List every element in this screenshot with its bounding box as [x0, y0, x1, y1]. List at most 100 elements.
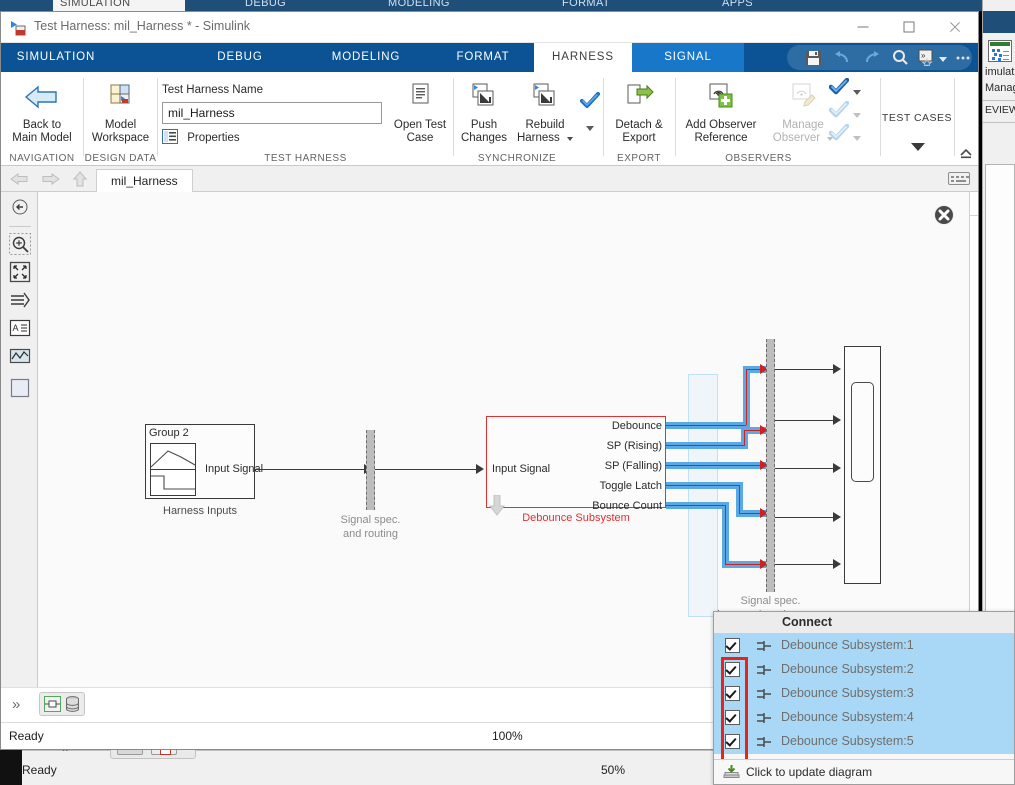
signal-spec-routing-right[interactable]	[766, 339, 775, 592]
nav-up-icon[interactable]	[69, 170, 91, 188]
debounce-output-port-3: Toggle Latch	[599, 480, 662, 492]
connect-list-item-3[interactable]: Debounce Subsystem:3	[714, 682, 1014, 706]
nav-back-icon[interactable]	[9, 170, 31, 188]
model-workspace-button[interactable]: Model Workspace	[84, 82, 157, 145]
nav-forward-icon[interactable]	[39, 170, 61, 188]
connect-checkbox-2[interactable]	[725, 662, 740, 677]
title-bar: Test Harness: mil_Harness * - Simulink	[1, 12, 978, 43]
fit-to-view-icon[interactable]	[9, 261, 31, 283]
connect-checkbox-5[interactable]	[725, 734, 740, 749]
synchronize-check-icon[interactable]	[580, 92, 600, 113]
ribbon-tabstrip: SIMULATION DEBUG MODELING FORMAT APPS HA…	[1, 43, 978, 72]
harness-outputs-inner-shape	[851, 382, 874, 482]
undo-icon[interactable]	[834, 49, 851, 66]
connect-checkbox-4[interactable]	[725, 710, 740, 725]
observer-check-icon-1[interactable]	[828, 77, 850, 99]
quick-access-toolbar: »	[787, 45, 972, 70]
ribbon-group-navigation: Back to Main Model NAVIGATION	[1, 72, 83, 166]
svg-text:»: »	[921, 51, 926, 60]
connect-item-label-5: Debounce Subsystem:5	[781, 734, 914, 748]
observer-caret-icon-1[interactable]	[853, 84, 861, 98]
rebuild-harness-caret-icon[interactable]	[567, 137, 574, 141]
zoom-in-icon[interactable]	[9, 233, 31, 255]
connect-popup-footer[interactable]: Click to update diagram	[714, 759, 1014, 784]
signal-routing-icon[interactable]	[9, 289, 31, 311]
tab-harness[interactable]: HARNESS	[534, 43, 632, 72]
favorites-icon[interactable]: »	[918, 49, 935, 69]
connect-popup[interactable]: Connect Debounce Subsystem:1 Debounce Su…	[713, 611, 1015, 785]
synchronize-caret-icon[interactable]	[586, 120, 594, 134]
collapse-ribbon-icon[interactable]	[958, 145, 974, 161]
debounce-subsystem-caption: Debounce Subsystem	[522, 512, 630, 524]
keyboard-icon[interactable]	[948, 172, 970, 185]
port-connect-icon	[756, 640, 772, 652]
save-icon[interactable]	[805, 49, 822, 66]
bottom-toolbar-group[interactable]	[39, 692, 85, 716]
harness-inputs-caption: Harness Inputs	[163, 505, 237, 517]
test-cases-dropdown-icon[interactable]	[911, 140, 925, 154]
hide-explorer-icon[interactable]	[9, 196, 31, 218]
group-label-observers: OBSERVERS	[725, 153, 792, 164]
model-workspace-icon	[110, 84, 129, 104]
port-connect-icon	[756, 736, 772, 748]
add-observer-reference-button[interactable]: Add Observer Reference	[676, 82, 766, 145]
close-button[interactable]	[932, 12, 978, 42]
redo-icon[interactable]	[863, 49, 880, 66]
detach-export-button[interactable]: Detach & Export	[604, 82, 674, 145]
manage-observer-button: Manage Observer	[768, 82, 838, 145]
rebuild-harness-button[interactable]: Rebuild Harness	[514, 82, 576, 145]
group-label-design-data: DESIGN DATA	[84, 153, 157, 164]
ribbon-group-observers: Add Observer Reference Manage Observer O…	[676, 72, 879, 166]
test-harness-name-input[interactable]	[162, 102, 382, 124]
minimize-icon	[857, 26, 869, 28]
connect-checkbox-1[interactable]	[725, 638, 740, 653]
debounce-output-port-1: SP (Rising)	[606, 440, 662, 452]
maximize-button[interactable]	[886, 12, 932, 42]
close-canvas-icon[interactable]	[933, 204, 955, 226]
open-test-case-icon	[412, 83, 429, 104]
port-connect-icon	[756, 712, 772, 724]
scope-viewer-icon[interactable]	[9, 345, 31, 367]
tab-format[interactable]: FORMAT	[438, 43, 528, 72]
observer-caret-icon-2	[853, 107, 861, 121]
chevron-down-icon[interactable]	[939, 51, 951, 63]
tab-debug[interactable]: DEBUG	[196, 43, 284, 72]
update-diagram-icon	[723, 764, 740, 780]
status-zoom-level: 100%	[492, 729, 523, 743]
connect-list-item-1[interactable]: Debounce Subsystem:1	[714, 634, 1014, 658]
ribbon-group-test-cases: TEST CASES	[881, 72, 953, 166]
observer-check-icon-2	[828, 100, 850, 122]
annotation-icon[interactable]: A	[9, 317, 31, 339]
rebuild-harness-icon	[533, 83, 555, 106]
canvas-selection-rect	[688, 374, 718, 617]
tab-signal[interactable]: SIGNAL	[632, 43, 744, 72]
model-tab-mil-harness[interactable]: mil_Harness	[96, 169, 193, 192]
connect-item-label-1: Debounce Subsystem:1	[781, 638, 914, 652]
group-label-navigation: NAVIGATION	[9, 153, 75, 164]
area-icon[interactable]	[9, 377, 31, 399]
connect-list-item-5[interactable]: Debounce Subsystem:5	[714, 730, 1014, 754]
connect-checkbox-3[interactable]	[725, 686, 740, 701]
back-to-main-model-button[interactable]: Back to Main Model	[1, 82, 83, 145]
ribbon-group-design-data: Model Workspace DESIGN DATA	[84, 72, 157, 166]
minimize-button[interactable]	[840, 12, 886, 42]
push-changes-button[interactable]: Push Changes	[456, 82, 512, 145]
test-cases-label: TEST CASES	[881, 112, 953, 124]
detach-export-icon	[627, 84, 654, 104]
properties-button[interactable]: Properties	[162, 129, 240, 147]
connect-list-item-2[interactable]: Debounce Subsystem:2	[714, 658, 1014, 682]
port-connect-icon	[756, 664, 772, 676]
window-title: Test Harness: mil_Harness * - Simulink	[34, 19, 251, 33]
signal-spec-routing-left[interactable]	[366, 430, 375, 510]
simulink-harness-icon	[10, 19, 27, 36]
tab-modeling[interactable]: MODELING	[311, 43, 421, 72]
search-icon[interactable]	[892, 49, 909, 66]
connect-list-item-4[interactable]: Debounce Subsystem:4	[714, 706, 1014, 730]
more-options-icon[interactable]	[955, 49, 972, 66]
chevron-right-icon[interactable]: »	[12, 696, 20, 713]
tab-simulation[interactable]: SIMULATION	[1, 43, 111, 72]
simulation-manager-icon	[988, 40, 1012, 62]
model-browser-icon[interactable]	[44, 696, 61, 712]
data-layers-icon[interactable]	[65, 696, 80, 713]
open-test-case-button[interactable]: Open Test Case	[390, 82, 450, 145]
